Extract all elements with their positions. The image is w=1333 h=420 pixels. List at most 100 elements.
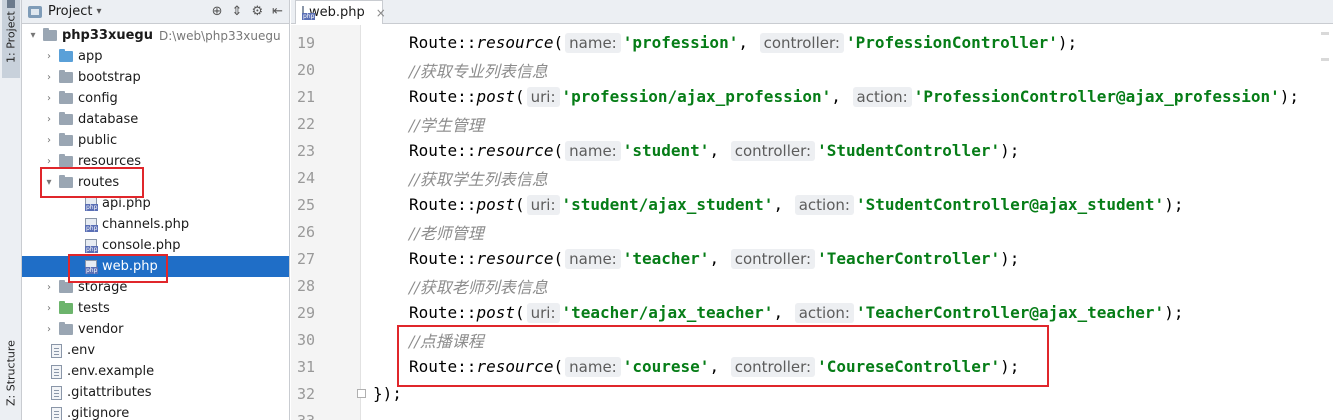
tab-web-php[interactable]: web.php × <box>295 0 386 24</box>
tree-item-label: php33xuegu <box>62 28 153 43</box>
tree-item-label: database <box>78 112 139 127</box>
chevron-right-icon[interactable]: › <box>42 72 56 83</box>
code-line[interactable]: 29 Route::post(uri:'teacher/ajax_teacher'… <box>291 299 1333 326</box>
code-line[interactable]: 27 Route::resource(name:'teacher', contro… <box>291 245 1333 272</box>
tree-item-label: console.php <box>102 238 181 253</box>
gear-icon[interactable]: ⚙ <box>251 4 263 19</box>
tree-item-gitattributes[interactable]: .gitattributes <box>22 382 289 403</box>
locate-icon[interactable]: ⊕ <box>212 4 223 19</box>
tree-item-php33xuegu[interactable]: ▾ php33xuegu D:\web\php33xuegu <box>22 25 289 46</box>
project-path: D:\web\php33xuegu <box>158 28 281 43</box>
string-literal: 'StudentController@ajax_student' <box>855 194 1165 214</box>
tree-item-vendor[interactable]: › vendor <box>22 319 289 340</box>
chevron-down-icon[interactable]: ▾ <box>26 30 40 41</box>
line-number: 19 <box>296 33 315 52</box>
code-line[interactable]: 21 Route::post(uri:'profession/ajax_profe… <box>291 83 1333 110</box>
hide-icon[interactable]: ⇤ <box>272 4 283 19</box>
project-tool-tab[interactable]: 1: Project <box>2 0 20 78</box>
chevron-right-icon[interactable]: › <box>42 135 56 146</box>
folder-icon <box>43 28 57 41</box>
line-number: 33 <box>291 412 315 420</box>
tree-item-channels-php[interactable]: channels.php <box>22 214 289 235</box>
highlight-box-web-php <box>68 254 168 283</box>
close-icon[interactable]: × <box>376 6 386 20</box>
scrollbar-marker[interactable] <box>1321 32 1329 35</box>
text-file-icon <box>51 385 62 400</box>
class-name: Route:: <box>409 194 477 214</box>
code-line[interactable]: 28 //获取老师列表信息 <box>291 272 1333 299</box>
tree-item-label: vendor <box>78 322 124 337</box>
method-name: post <box>476 194 515 214</box>
code-text: //获取专业列表信息 <box>409 58 548 82</box>
method-name: post <box>476 302 515 322</box>
chevron-down-icon[interactable]: ▾ <box>96 6 101 17</box>
class-name: Route:: <box>409 140 477 160</box>
project-pane: Project ▾ ⊕ ⇕ ⚙ ⇤ ▾ php33xuegu D:\web\php3… <box>22 0 290 420</box>
line-number: 28 <box>296 276 315 295</box>
chevron-right-icon[interactable]: › <box>42 303 56 314</box>
chevron-right-icon[interactable]: › <box>42 114 56 125</box>
scrollbar-marker[interactable] <box>1321 58 1329 61</box>
tree-item-label: channels.php <box>102 217 190 232</box>
class-name: Route:: <box>409 32 477 52</box>
tree-item-public[interactable]: › public <box>22 130 289 151</box>
statement-end: ); <box>1000 140 1020 160</box>
collapse-all-icon[interactable]: ⇕ <box>232 4 243 19</box>
tree-item-config[interactable]: › config <box>22 88 289 109</box>
code-text: //获取学生列表信息 <box>409 166 548 190</box>
line-number: 29 <box>296 303 315 322</box>
structure-tool-tab[interactable]: Z: Structure <box>2 340 20 420</box>
folder-icon <box>59 112 73 125</box>
parameter-hint: name: <box>565 32 621 53</box>
line-number: 32 <box>296 384 315 403</box>
code-line[interactable]: 25 Route::post(uri:'student/ajax_student'… <box>291 191 1333 218</box>
paren: ( <box>553 248 564 268</box>
code-text: Route::post(uri:'profession/ajax_profess… <box>409 86 1299 107</box>
string-literal: 'ProfessionController@ajax_profession' <box>913 86 1280 106</box>
tree-item-label: .gitignore <box>67 406 130 420</box>
chevron-right-icon[interactable]: › <box>42 93 56 104</box>
php-file-icon <box>85 238 99 253</box>
tree-item-console-php[interactable]: console.php <box>22 235 289 256</box>
code-comment: //获取学生列表信息 <box>409 169 548 189</box>
class-name: Route:: <box>409 248 477 268</box>
string-literal: 'student/ajax_student' <box>561 194 774 214</box>
tree-item-tests[interactable]: › tests <box>22 298 289 319</box>
code-line[interactable]: 20 //获取专业列表信息 <box>291 56 1333 83</box>
code-line[interactable]: 22 //学生管理 <box>291 110 1333 137</box>
tree-item-env[interactable]: .env <box>22 340 289 361</box>
code-line[interactable]: 33 <box>291 407 1333 420</box>
tree-item-bootstrap[interactable]: › bootstrap <box>22 67 289 88</box>
project-tree: ▾ php33xuegu D:\web\php33xuegu › app › bootstr… <box>22 25 289 420</box>
text-file-icon <box>51 406 62 420</box>
text-file-icon <box>51 343 62 358</box>
parameter-hint: action: <box>852 86 912 107</box>
tree-item-env-example[interactable]: .env.example <box>22 361 289 382</box>
chevron-right-icon[interactable]: › <box>42 51 56 62</box>
code-line[interactable]: 24 //获取学生列表信息 <box>291 164 1333 191</box>
project-pane-title[interactable]: Project <box>48 4 92 19</box>
tree-item-app[interactable]: › app <box>22 46 289 67</box>
comma: , <box>773 194 793 214</box>
code-line[interactable]: 26 //老师管理 <box>291 218 1333 245</box>
tree-item-gitignore[interactable]: .gitignore <box>22 403 289 420</box>
folder-icon <box>59 70 73 83</box>
code-comment: //学生管理 <box>409 115 484 135</box>
tree-item-database[interactable]: › database <box>22 109 289 130</box>
string-literal: 'profession/ajax_profession' <box>561 86 832 106</box>
code-line[interactable]: 19 Route::resource(name:'profession', con… <box>291 29 1333 56</box>
statement-end: ); <box>1057 32 1078 52</box>
chevron-right-icon[interactable]: › <box>42 324 56 335</box>
code-line[interactable]: 23 Route::resource(name:'student', contro… <box>291 137 1333 164</box>
editor-tab-bar: web.php × <box>291 0 1333 24</box>
highlight-box-courese <box>397 325 1049 387</box>
text-file-icon <box>51 364 62 379</box>
project-icon <box>28 5 42 18</box>
folder-icon <box>59 154 73 167</box>
string-literal: 'ProfessionController' <box>845 32 1058 52</box>
fold-marker-icon[interactable] <box>357 389 366 398</box>
chevron-right-icon[interactable]: › <box>42 282 56 293</box>
code-text: Route::resource(name:'student', controll… <box>409 140 1020 161</box>
parameter-hint: action: <box>794 302 854 323</box>
chevron-right-icon[interactable]: › <box>42 156 56 167</box>
